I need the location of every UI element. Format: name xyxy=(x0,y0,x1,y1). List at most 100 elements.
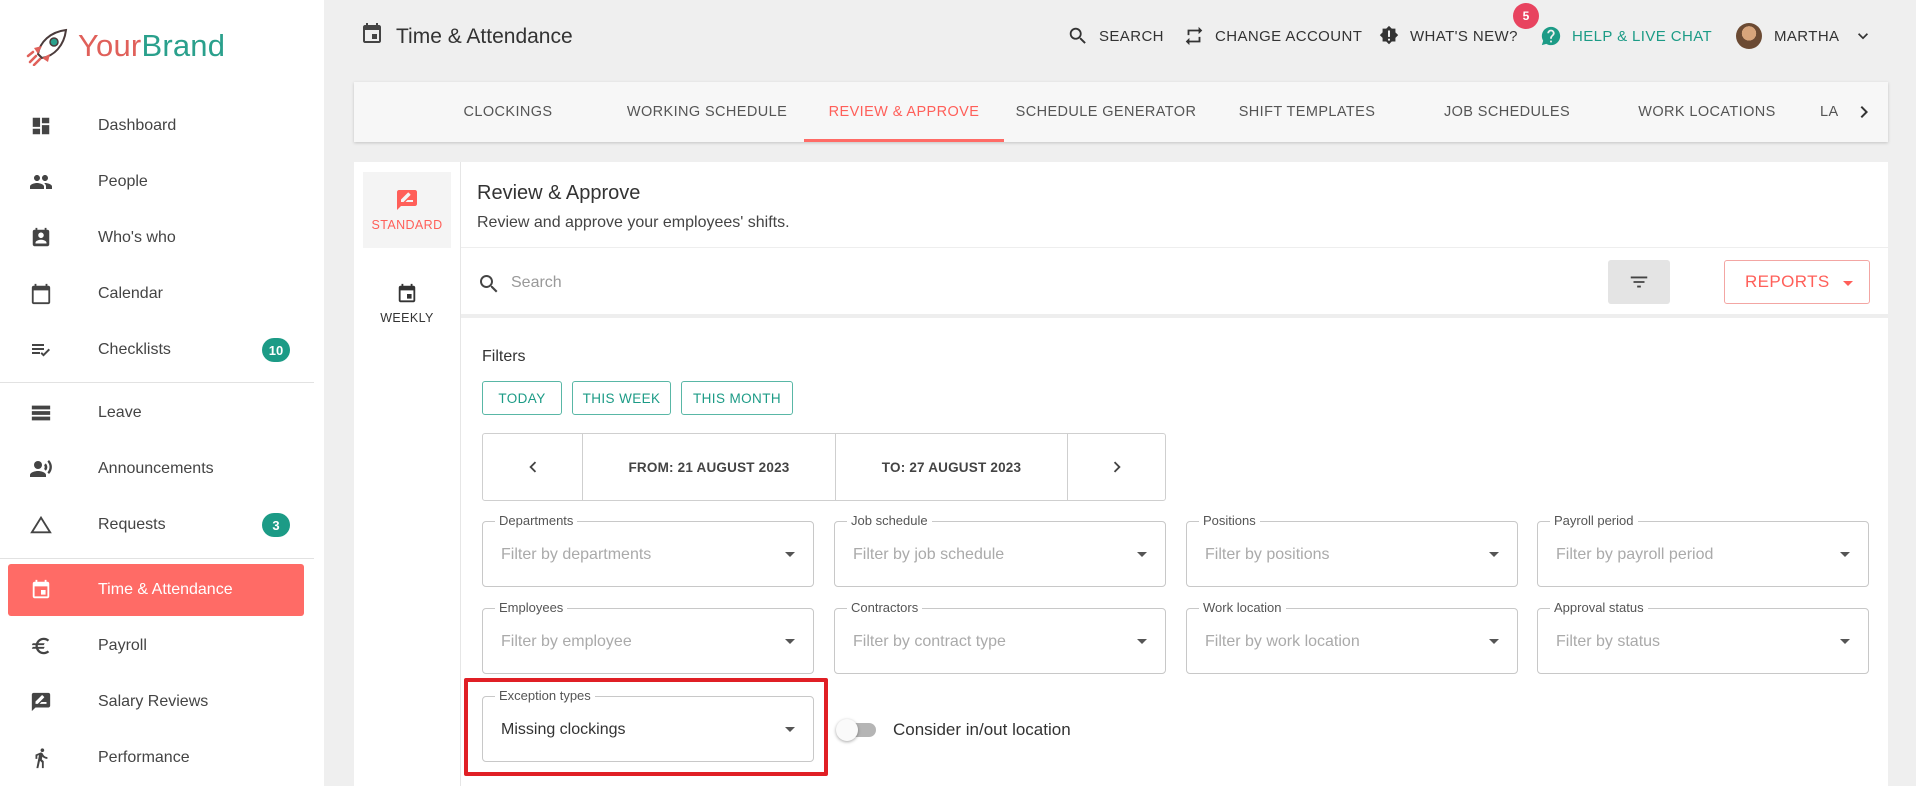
tab-schedule-generator[interactable]: SCHEDULE GENERATOR xyxy=(1004,82,1208,142)
sidebar-item-label: Leave xyxy=(98,404,142,421)
sidebar-item-label: Salary Reviews xyxy=(98,693,209,710)
sidebar-item-whos-who[interactable]: Who's who xyxy=(8,212,304,264)
toggle-knob xyxy=(836,719,858,741)
sidebar-item-label: Checklists xyxy=(98,341,171,358)
next-period-button[interactable] xyxy=(1068,434,1165,500)
mode-weekly[interactable]: WEEKLY xyxy=(363,266,451,342)
contractors-select[interactable]: Contractors Filter by contract type xyxy=(834,600,1166,674)
mode-standard[interactable]: STANDARD xyxy=(363,172,451,248)
previous-period-button[interactable] xyxy=(483,434,583,500)
approval-status-select[interactable]: Approval status Filter by status xyxy=(1537,600,1869,674)
caret-down-icon xyxy=(785,552,795,557)
whats-new-label: WHAT'S NEW? xyxy=(1410,27,1518,45)
date-range-picker: FROM: 21 AUGUST 2023 TO: 27 AUGUST 2023 xyxy=(482,433,1166,501)
sidebar-item-label: Who's who xyxy=(98,229,176,246)
tab-label: WORKING SCHEDULE xyxy=(626,104,788,120)
date-from-field[interactable]: FROM: 21 AUGUST 2023 xyxy=(583,434,836,500)
user-menu-button[interactable]: MARTHA xyxy=(1736,18,1873,54)
whats-new-button[interactable]: WHAT'S NEW? xyxy=(1378,18,1518,54)
tab-job-schedules[interactable]: JOB SCHEDULES xyxy=(1412,82,1602,142)
sidebar-item-label: Performance xyxy=(98,749,190,766)
employees-select[interactable]: Employees Filter by employee xyxy=(482,600,814,674)
sidebar-item-payroll[interactable]: Payroll xyxy=(8,620,304,672)
sidebar-item-leave[interactable]: Leave xyxy=(8,387,304,439)
chip-label: THIS MONTH xyxy=(693,390,781,406)
caret-down-icon xyxy=(1137,552,1147,557)
reports-label: REPORTS xyxy=(1745,272,1830,291)
header-search-label: SEARCH xyxy=(1099,27,1164,45)
departments-select[interactable]: Departments Filter by departments xyxy=(482,513,814,587)
event-icon xyxy=(360,22,384,51)
field-label: Positions xyxy=(1199,513,1260,528)
reports-button[interactable]: REPORTS xyxy=(1724,260,1870,304)
user-name: MARTHA xyxy=(1774,27,1840,45)
work-location-select[interactable]: Work location Filter by work location xyxy=(1186,600,1518,674)
field-label: Payroll period xyxy=(1550,513,1638,528)
tab-review-approve[interactable]: REVIEW & APPROVE xyxy=(804,82,1004,142)
help-live-chat-button[interactable]: HELP & LIVE CHAT xyxy=(1540,18,1712,54)
swap-icon xyxy=(1185,26,1203,46)
requests-count-badge: 3 xyxy=(262,513,290,537)
sidebar-item-checklists[interactable]: Checklists 10 xyxy=(8,324,304,376)
tab-overflow[interactable]: LA xyxy=(1820,82,1838,142)
filters-heading: Filters xyxy=(482,348,526,365)
filter-button[interactable] xyxy=(1608,260,1670,304)
field-placeholder: Filter by job schedule xyxy=(853,546,1005,563)
date-from-label: FROM: 21 AUGUST 2023 xyxy=(628,459,790,475)
search-icon xyxy=(1069,27,1086,44)
date-to-field[interactable]: TO: 27 AUGUST 2023 xyxy=(836,434,1068,500)
tab-working-schedule[interactable]: WORKING SCHEDULE xyxy=(612,82,802,142)
chevron-down-icon xyxy=(1858,33,1869,40)
sidebar-item-announcements[interactable]: Announcements xyxy=(8,443,304,495)
chip-today[interactable]: TODAY xyxy=(482,381,562,415)
caret-down-icon xyxy=(1489,639,1499,644)
chip-label: TODAY xyxy=(498,390,546,406)
sidebar-item-calendar[interactable]: Calendar xyxy=(8,268,304,320)
tab-clockings[interactable]: CLOCKINGS xyxy=(434,82,582,142)
field-label: Approval status xyxy=(1550,600,1648,615)
field-label: Exception types xyxy=(495,688,595,703)
consider-location-toggle[interactable] xyxy=(836,719,878,741)
field-label: Contractors xyxy=(847,600,923,615)
field-placeholder: Filter by payroll period xyxy=(1556,546,1714,563)
sidebar-item-requests[interactable]: Requests 3 xyxy=(8,499,304,551)
chip-this-month[interactable]: THIS MONTH xyxy=(681,381,793,415)
positions-select[interactable]: Positions Filter by positions xyxy=(1186,513,1518,587)
mode-standard-label: STANDARD xyxy=(371,218,443,232)
checklists-count-badge: 10 xyxy=(262,338,290,362)
search-input[interactable] xyxy=(511,268,1311,298)
euro-icon xyxy=(28,633,54,659)
sidebar-item-performance[interactable]: Performance xyxy=(8,732,304,784)
people-icon xyxy=(28,169,54,195)
tab-work-locations[interactable]: WORK LOCATIONS xyxy=(1610,82,1804,142)
exception-types-select[interactable]: Exception types Missing clockings xyxy=(482,688,814,762)
payroll-period-select[interactable]: Payroll period Filter by payroll period xyxy=(1537,513,1869,587)
sidebar-item-label: Calendar xyxy=(98,285,163,302)
change-account-button[interactable]: CHANGE ACCOUNT xyxy=(1183,18,1362,54)
salary-review-icon xyxy=(28,689,54,715)
header-search-button[interactable]: SEARCH xyxy=(1067,18,1164,54)
contact-card-icon xyxy=(28,225,54,251)
sidebar-item-salary-reviews[interactable]: Salary Reviews xyxy=(8,676,304,728)
brand-logo[interactable]: YourBrand xyxy=(26,26,225,66)
tab-label: SHIFT TEMPLATES xyxy=(1238,104,1376,120)
announcement-icon xyxy=(28,456,54,482)
event-icon xyxy=(28,577,54,603)
filter-list-icon xyxy=(1630,276,1648,288)
job-schedule-select[interactable]: Job schedule Filter by job schedule xyxy=(834,513,1166,587)
sidebar-item-time-attendance[interactable]: Time & Attendance xyxy=(8,564,304,616)
sidebar-item-label: Announcements xyxy=(98,460,214,477)
view-mode-column: STANDARD WEEKLY xyxy=(354,162,461,786)
chevron-right-icon[interactable] xyxy=(1852,100,1876,124)
tab-bar: CLOCKINGS WORKING SCHEDULE REVIEW & APPR… xyxy=(354,82,1888,142)
tab-shift-templates[interactable]: SHIFT TEMPLATES xyxy=(1212,82,1402,142)
triangle-icon xyxy=(28,512,54,538)
chip-this-week[interactable]: THIS WEEK xyxy=(572,381,671,415)
alert-badge-icon xyxy=(1379,25,1399,45)
caret-down-icon xyxy=(1843,281,1853,286)
sidebar-item-people[interactable]: People xyxy=(8,156,304,208)
calendar-icon xyxy=(28,281,54,307)
sidebar-item-dashboard[interactable]: Dashboard xyxy=(8,100,304,152)
tab-label: LA xyxy=(1820,104,1838,120)
brand-name: YourBrand xyxy=(78,28,225,64)
